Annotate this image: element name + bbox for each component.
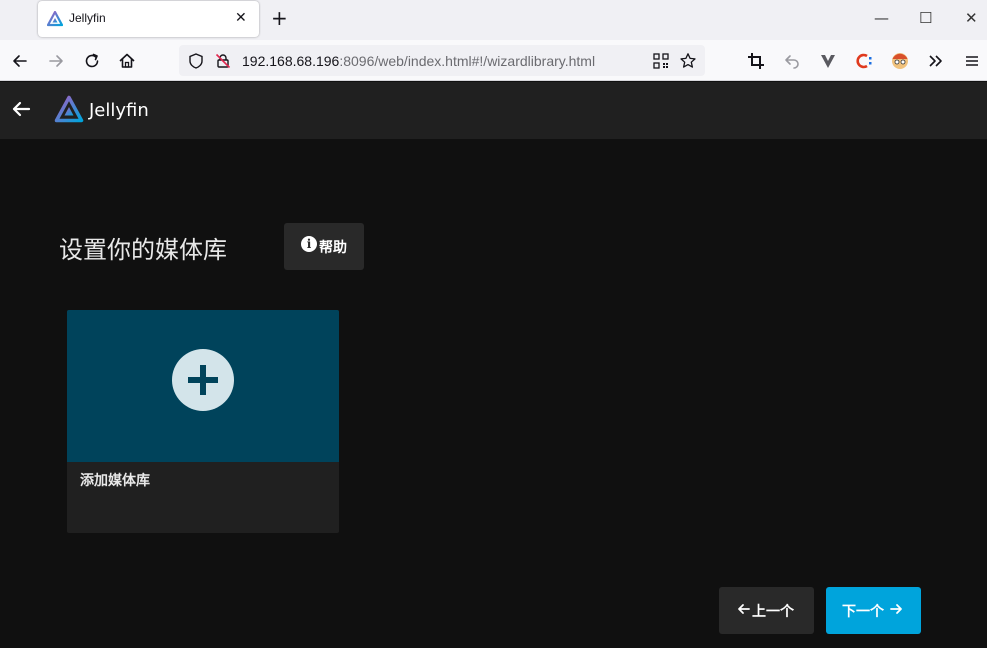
page-title: 设置你的媒体库	[59, 236, 227, 264]
previous-button[interactable]: 上一个	[719, 587, 814, 634]
add-library-card[interactable]: 添加媒体库	[67, 310, 339, 533]
blocked-lock-icon[interactable]	[214, 52, 232, 70]
browser-tab-bar: Jellyfin ✕ + — ☐ ✕	[0, 0, 987, 40]
arrow-right-icon	[890, 604, 902, 614]
plus-icon	[172, 349, 234, 411]
home-icon[interactable]	[117, 51, 137, 71]
next-button[interactable]: 下一个	[826, 587, 921, 634]
logo-text[interactable]: Jellyfin	[89, 100, 149, 121]
card-label: 添加媒体库	[80, 473, 150, 489]
url-path: :8096/web/index.html#!/wizardlibrary.htm…	[339, 53, 596, 69]
browser-nav-bar: 192.168.68.196:8096/web/index.html#!/wiz…	[0, 40, 987, 81]
undo-icon[interactable]	[782, 51, 802, 71]
next-label: 下一个	[842, 604, 884, 620]
tab-title: Jellyfin	[69, 11, 106, 25]
info-icon: i	[301, 236, 317, 252]
back-icon[interactable]	[10, 51, 30, 71]
app-header: Jellyfin	[0, 82, 987, 139]
url-host: 192.168.68.196	[242, 53, 340, 69]
browser-tab[interactable]: Jellyfin ✕	[38, 1, 259, 37]
tab-close-icon[interactable]: ✕	[235, 10, 247, 26]
wizard-library-page: 设置你的媒体库 i 帮助 添加媒体库 上一个 下一个	[0, 139, 987, 648]
card-image	[67, 310, 339, 462]
c-extension-icon[interactable]	[854, 51, 874, 71]
previous-label: 上一个	[752, 604, 794, 620]
forward-icon[interactable]	[46, 51, 66, 71]
maximize-button[interactable]: ☐	[919, 9, 932, 27]
crop-icon[interactable]	[746, 51, 766, 71]
close-window-button[interactable]: ✕	[965, 9, 978, 27]
shield-icon[interactable]	[187, 52, 205, 70]
address-bar[interactable]: 192.168.68.196:8096/web/index.html#!/wiz…	[179, 45, 705, 76]
avatar-extension-icon[interactable]	[890, 51, 910, 71]
menu-icon[interactable]	[962, 51, 982, 71]
reload-icon[interactable]	[82, 51, 102, 71]
arrow-left-icon	[738, 604, 750, 614]
new-tab-button[interactable]: +	[271, 7, 288, 29]
star-icon[interactable]	[679, 52, 697, 70]
url-text: 192.168.68.196:8096/web/index.html#!/wiz…	[242, 53, 595, 69]
vivaldi-icon[interactable]	[818, 51, 838, 71]
overflow-chevrons-icon[interactable]	[926, 51, 946, 71]
minimize-button[interactable]: —	[874, 9, 889, 27]
help-button[interactable]: i 帮助	[284, 223, 364, 270]
qr-code-icon[interactable]	[652, 52, 670, 70]
jellyfin-logo-icon[interactable]	[54, 95, 84, 125]
help-label: 帮助	[319, 240, 347, 256]
jellyfin-logo-icon	[47, 11, 63, 27]
back-arrow-icon[interactable]	[10, 98, 32, 120]
